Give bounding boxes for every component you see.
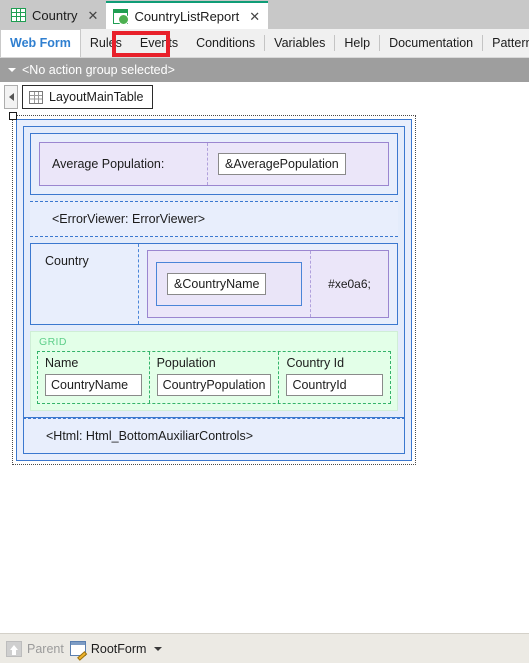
grid-section[interactable]: GRID Name CountryName Population Country… [30,331,398,411]
document-tab-label: Country [32,7,78,23]
breadcrumb: LayoutMainTable [0,82,529,112]
average-population-cell-group[interactable]: Average Population: &AveragePopulation [39,142,389,186]
close-icon[interactable]: ✕ [249,10,260,23]
chevron-down-icon[interactable] [8,68,16,72]
country-name-variable-field[interactable]: &CountryName [167,273,267,295]
average-population-value-cell[interactable]: &AveragePopulation [208,153,388,175]
html-bottom-auxiliar-controls[interactable]: <Html: Html_BottomAuxiliarControls> [23,418,405,454]
grid-column-cell[interactable]: CountryPopulation [156,374,272,396]
tab-help[interactable]: Help [335,29,379,57]
grid-column-header: Country Id [286,356,345,370]
breadcrumb-item-layoutmaintable[interactable]: LayoutMainTable [22,85,153,109]
form-selection-wrapper[interactable]: Average Population: &AveragePopulation <… [9,112,416,465]
parent-label: Parent [27,641,64,656]
average-population-label: Average Population: [40,143,208,185]
tab-conditions[interactable]: Conditions [187,29,264,57]
document-tab-country[interactable]: Country ✕ [4,1,107,29]
resize-handle[interactable] [9,112,17,120]
grid-column-country-id[interactable]: Country Id CountryId [279,352,390,403]
scroll-left-icon[interactable] [4,85,18,109]
country-name-inner-container[interactable]: &CountryName [156,262,302,306]
grid-column-header: Name [45,356,79,370]
chevron-down-icon[interactable] [154,646,163,651]
country-label: Country [31,244,139,324]
web-form-design-canvas[interactable]: Average Population: &AveragePopulation <… [0,112,529,594]
action-group-bar[interactable]: <No action group selected> [0,58,529,82]
grid-column-name[interactable]: Name CountryName [38,352,150,403]
grid-column-population[interactable]: Population CountryPopulation [150,352,280,403]
average-population-variable-field[interactable]: &AveragePopulation [218,153,346,175]
grid-caption: GRID [39,336,67,348]
tab-events[interactable]: Events [131,29,187,57]
web-document-icon [113,8,130,25]
action-group-label: <No action group selected> [22,63,175,77]
root-form-label: RootForm [90,641,147,656]
form-edit-icon [69,641,86,656]
grid-column-cell[interactable]: CountryName [45,374,142,396]
country-cell-group[interactable]: &CountryName #xe0a6; [147,250,389,318]
document-tab-countrylistreport[interactable]: CountryListReport ✕ [106,1,269,29]
grid-column-header: Population [156,356,216,370]
grid-document-icon [11,8,26,22]
grid-column-cell[interactable]: CountryId [286,374,384,396]
tab-variables[interactable]: Variables [265,29,334,57]
tab-documentation[interactable]: Documentation [380,29,482,57]
layout-main-table[interactable]: Average Population: &AveragePopulation <… [23,126,405,418]
close-icon[interactable]: ✕ [88,9,99,22]
table-icon [29,90,43,104]
status-bar: Parent RootForm [0,633,529,663]
grid-columns: Name CountryName Population CountryPopul… [37,351,391,404]
error-viewer-control[interactable]: <ErrorViewer: ErrorViewer> [30,201,398,237]
average-population-section[interactable]: Average Population: &AveragePopulation [30,133,398,195]
country-icon-code[interactable]: #xe0a6; [310,251,388,317]
parent-button[interactable]: Parent [6,640,64,657]
form-container[interactable]: Average Population: &AveragePopulation <… [16,119,412,461]
tab-rules[interactable]: Rules [81,29,131,57]
document-tab-strip: Country ✕ CountryListReport ✕ [0,0,529,29]
triangle-left-icon [8,93,14,101]
root-form-selector[interactable]: RootForm [69,641,163,656]
up-arrow-icon [6,640,22,657]
tab-patterns[interactable]: Patterns [483,29,529,57]
document-tab-label: CountryListReport [134,8,240,24]
breadcrumb-item-label: LayoutMainTable [49,90,144,104]
country-section[interactable]: Country &CountryName #xe0a6; [30,243,398,325]
country-input-area[interactable]: &CountryName #xe0a6; [139,244,397,324]
property-tab-bar: Web Form Rules Events Conditions Variabl… [0,29,529,58]
country-name-cell[interactable]: &CountryName [148,254,310,314]
tab-web-form[interactable]: Web Form [0,29,81,57]
